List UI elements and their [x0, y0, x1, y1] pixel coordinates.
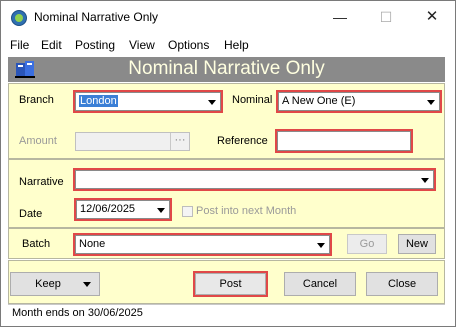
chevron-down-icon[interactable] — [154, 202, 168, 217]
title-bar: Nominal Narrative Only — ☐ ✕ — [1, 1, 455, 33]
menu-bar: File Edit Posting View Options Help — [1, 34, 455, 55]
actions-panel: Keep Post Cancel Close — [8, 260, 445, 304]
keep-label: Keep — [35, 278, 61, 290]
reference-label: Reference — [217, 135, 268, 147]
nominal-value: A New One (E) — [282, 95, 356, 107]
maximize-button[interactable]: ☐ — [363, 1, 409, 33]
minimize-button[interactable]: — — [317, 1, 363, 33]
month-end-status: Month ends on 30/06/2025 — [12, 307, 143, 319]
branch-value: London — [79, 95, 118, 107]
account-panel: Branch London Nominal A New One (E) Amou… — [8, 83, 445, 159]
post-next-month-checkbox[interactable] — [182, 206, 193, 217]
go-button[interactable]: Go — [347, 234, 387, 254]
narrative-label: Narrative — [19, 176, 64, 188]
branch-select[interactable]: London — [73, 90, 223, 113]
dropdown-arrow-icon — [83, 282, 91, 287]
date-picker[interactable]: 12/06/2025 — [74, 198, 172, 221]
date-label: Date — [19, 208, 43, 220]
menu-help[interactable]: Help — [224, 38, 249, 52]
keep-button[interactable]: Keep — [10, 272, 100, 296]
post-next-month-label: Post into next Month — [196, 205, 297, 217]
batch-panel: Batch None Go New — [8, 228, 445, 259]
branch-label: Branch — [19, 94, 54, 106]
cancel-button[interactable]: Cancel — [284, 272, 356, 296]
menu-posting[interactable]: Posting — [75, 38, 115, 52]
ellipsis-icon: ··· — [170, 133, 189, 150]
chevron-down-icon[interactable] — [418, 172, 432, 187]
chevron-down-icon[interactable] — [205, 94, 219, 109]
app-logo-icon — [11, 10, 27, 26]
new-batch-button[interactable]: New — [398, 234, 436, 254]
narrative-select[interactable] — [73, 168, 436, 191]
app-window: Nominal Narrative Only — ☐ ✕ File Edit P… — [0, 0, 456, 327]
batch-label: Batch — [22, 238, 51, 250]
close-button[interactable]: Close — [366, 272, 438, 296]
amount-label: Amount — [19, 135, 57, 147]
chevron-down-icon[interactable] — [424, 94, 438, 109]
nominal-label: Nominal — [232, 94, 273, 106]
menu-edit[interactable]: Edit — [41, 38, 62, 52]
status-bar: Month ends on 30/06/2025 — [8, 304, 445, 323]
batch-select[interactable]: None — [73, 233, 332, 256]
close-window-button[interactable]: ✕ — [409, 1, 455, 33]
banner: Nominal Narrative Only — [8, 57, 445, 82]
date-value: 12/06/2025 — [80, 203, 136, 215]
amount-field: ··· — [75, 132, 190, 151]
chevron-down-icon[interactable] — [314, 237, 328, 252]
nominal-select[interactable]: A New One (E) — [276, 90, 442, 113]
menu-file[interactable]: File — [10, 38, 29, 52]
reference-input[interactable] — [275, 129, 413, 153]
window-title: Nominal Narrative Only — [34, 10, 159, 24]
banner-title: Nominal Narrative Only — [128, 58, 325, 79]
post-button[interactable]: Post — [193, 271, 268, 297]
narrative-panel: Narrative Date 12/06/2025 Post into next… — [8, 159, 445, 228]
menu-options[interactable]: Options — [168, 38, 209, 52]
menu-view[interactable]: View — [129, 38, 155, 52]
batch-value: None — [79, 238, 106, 250]
